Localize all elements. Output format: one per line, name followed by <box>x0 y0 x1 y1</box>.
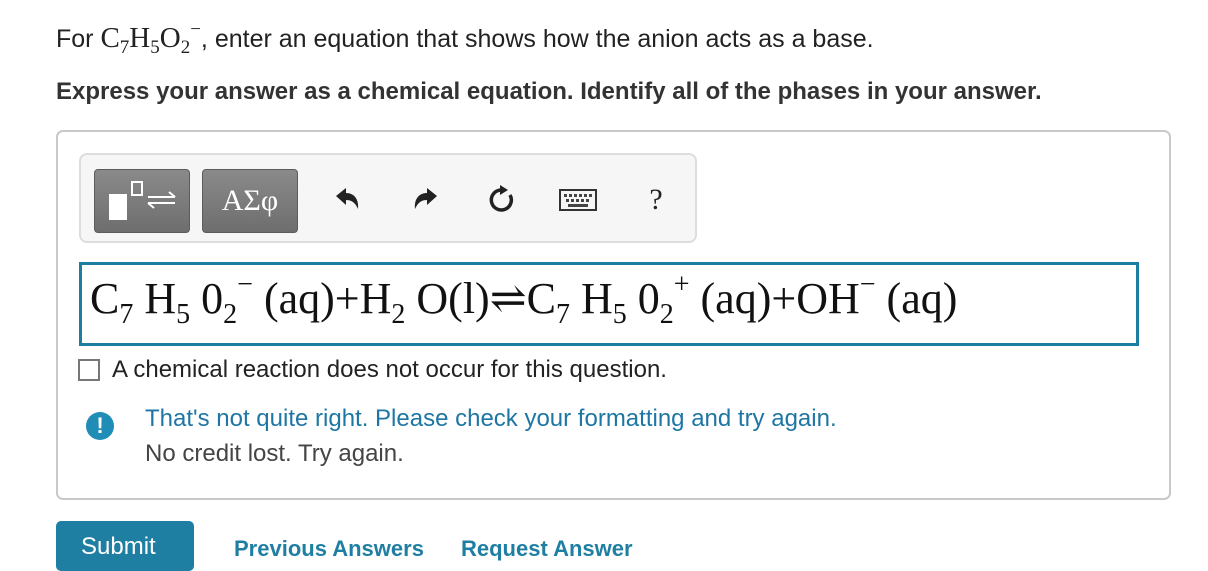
eq-charge: − <box>859 269 876 300</box>
keyboard-button[interactable] <box>553 177 603 223</box>
formula-o-sub: 2 <box>180 37 191 58</box>
eq-o-sub: 2 <box>659 299 674 330</box>
no-reaction-label: A chemical reaction does not occur for t… <box>112 356 667 383</box>
eq-h: H <box>580 274 613 323</box>
help-icon[interactable]: ? <box>636 177 676 223</box>
eq-c-sub: 7 <box>555 299 570 330</box>
eq-o-sub: 2 <box>223 299 238 330</box>
formula-c-sub: 7 <box>119 37 130 58</box>
eq-phase: (aq) <box>700 274 772 323</box>
templates-button[interactable] <box>94 169 190 233</box>
formula-h-sub: 5 <box>150 37 160 58</box>
no-reaction-option[interactable]: A chemical reaction does not occur for t… <box>78 356 667 384</box>
math-toolbar: ΑΣφ ? <box>79 153 697 243</box>
keyboard-icon <box>559 189 597 211</box>
reset-button[interactable] <box>481 177 521 223</box>
prompt-lead: For <box>56 25 101 53</box>
eq-h: H <box>359 274 392 323</box>
undo-button[interactable] <box>327 177 367 223</box>
formula-charge: − <box>190 19 201 40</box>
eq-c-sub: 7 <box>119 299 134 330</box>
equation-text: C7 H5 02− (aq)+H2 O(l)⇌C7 H5 02+ (aq)+OH… <box>90 271 958 329</box>
eq-h-sub: 5 <box>612 299 627 330</box>
feedback-message: That's not quite right. Please check you… <box>145 405 837 432</box>
eq-c: C <box>90 274 120 323</box>
eq-phase: (aq) <box>886 274 958 323</box>
feedback-note: No credit lost. Try again. <box>145 440 404 467</box>
request-answer-link[interactable]: Request Answer <box>461 536 633 562</box>
eq-h-sub: 5 <box>176 299 191 330</box>
formula-c: C <box>100 22 120 54</box>
eq-o: 0 <box>201 274 224 323</box>
eq-o: 0 <box>637 274 660 323</box>
redo-icon <box>414 188 437 209</box>
prompt-tail: , enter an equation that shows how the a… <box>200 25 874 53</box>
eq-h-sub: 2 <box>391 299 406 330</box>
eq-charge: − <box>237 269 253 300</box>
eq-phase: (aq) <box>263 274 335 323</box>
equation-input[interactable]: C7 H5 02− (aq)+H2 O(l)⇌C7 H5 02+ (aq)+OH… <box>79 262 1139 346</box>
undo-icon <box>336 188 359 209</box>
eq-c: C <box>526 274 556 323</box>
formula-h: H <box>129 22 151 54</box>
formula-o: O <box>159 22 181 54</box>
no-reaction-checkbox[interactable] <box>78 359 100 381</box>
reset-icon <box>489 185 514 212</box>
templates-icon <box>109 181 176 220</box>
question-prompt: For C7H5O2−, enter an equation that show… <box>56 19 874 57</box>
alert-icon: ! <box>86 412 114 440</box>
eq-plus: + <box>771 274 797 323</box>
eq-hydroxide: OH <box>796 274 860 323</box>
eq-water: O(l) <box>416 274 490 323</box>
eq-equilibrium-arrow: ⇌ <box>489 274 527 323</box>
eq-plus: + <box>334 274 360 323</box>
submit-button[interactable]: Submit <box>56 521 194 571</box>
previous-answers-link[interactable]: Previous Answers <box>234 536 424 562</box>
redo-button[interactable] <box>406 177 446 223</box>
answer-instruction: Express your answer as a chemical equati… <box>56 78 1042 105</box>
eq-charge: + <box>673 269 690 300</box>
eq-h: H <box>144 274 177 323</box>
symbols-button[interactable]: ΑΣφ <box>202 169 298 233</box>
prompt-formula: C7H5O2− <box>100 19 201 57</box>
